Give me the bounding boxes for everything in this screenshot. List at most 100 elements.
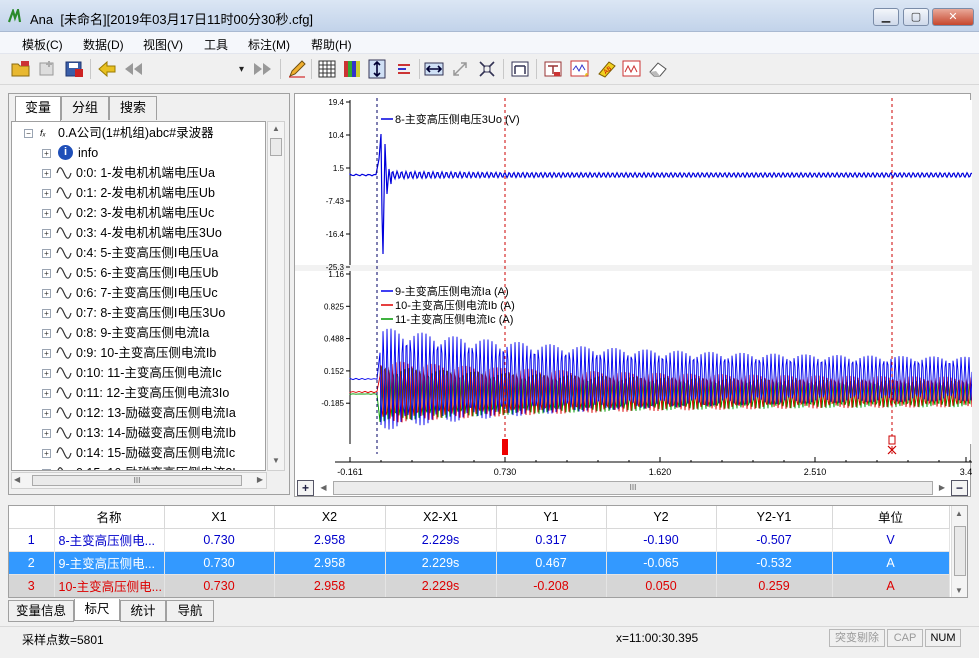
eraser-icon[interactable]: [647, 58, 669, 80]
scroll-thumb[interactable]: [954, 526, 966, 576]
menu-data[interactable]: 数据(D): [83, 36, 124, 53]
tab-navigation[interactable]: 导航: [166, 600, 214, 622]
expand-icon[interactable]: +: [42, 309, 51, 318]
tree-item-label: 0:9: 10-主变高压侧电流Ib: [76, 346, 217, 360]
tab-variable-info[interactable]: 变量信息: [8, 600, 74, 622]
edit-pen-icon[interactable]: [286, 58, 308, 80]
tab-groups[interactable]: 分组: [61, 96, 109, 120]
tab-statistics[interactable]: 统计: [120, 600, 166, 622]
zoom-out-icon[interactable]: [449, 58, 471, 80]
chart-icon[interactable]: [621, 58, 643, 80]
legend-label: 8-主变高压侧电压3Uo (V): [395, 112, 520, 126]
column-header[interactable]: Y1: [496, 506, 607, 529]
column-header[interactable]: 单位: [832, 506, 950, 529]
y-tick-label: 10.4: [328, 131, 344, 140]
menu-tools[interactable]: 工具: [204, 36, 228, 53]
cursor-x1-handle[interactable]: [502, 439, 508, 455]
expand-icon[interactable]: +: [42, 249, 51, 258]
cursor-x2-handle[interactable]: [888, 435, 896, 445]
save-icon[interactable]: [63, 58, 85, 80]
tab-ruler[interactable]: 标尺: [74, 599, 120, 621]
scroll-left-icon[interactable]: ◀: [14, 475, 20, 484]
column-header[interactable]: 名称: [54, 506, 165, 529]
column-header[interactable]: X2-X1: [385, 506, 497, 529]
waveform-chart[interactable]: 19.410.41.5-7.43-16.4-25.31.160.8250.488…: [295, 94, 972, 498]
value-cell: -0.532: [716, 551, 833, 575]
column-header[interactable]: Y2: [606, 506, 717, 529]
undo-icon[interactable]: [96, 58, 118, 80]
scroll-thumb[interactable]: [270, 138, 282, 156]
menu-template[interactable]: 模板(C): [22, 36, 63, 53]
fit-vertical-icon[interactable]: [366, 58, 388, 80]
fit-horizontal-icon[interactable]: [423, 58, 445, 80]
waveform-icon: [56, 387, 72, 399]
expand-icon[interactable]: +: [42, 269, 51, 278]
expand-icon[interactable]: +: [42, 389, 51, 398]
zoom-out-button[interactable]: −: [951, 480, 968, 496]
scroll-up-icon[interactable]: ▲: [955, 509, 963, 518]
column-header[interactable]: Y2-Y1: [716, 506, 833, 529]
column-header[interactable]: [9, 506, 55, 529]
expand-icon[interactable]: +: [42, 349, 51, 358]
expand-icon[interactable]: +: [42, 409, 51, 418]
scroll-left-icon[interactable]: ◀: [315, 480, 332, 496]
maximize-button[interactable]: ▢: [903, 8, 929, 26]
align-icon[interactable]: [393, 58, 415, 80]
waveform-icon: [56, 227, 72, 239]
chart-horizontal-scrollbar[interactable]: III: [333, 481, 933, 495]
table-row[interactable]: 2 9-主变高压侧电... 0.730 2.958 2.229s 0.467 -0.065-…: [9, 551, 950, 575]
scroll-thumb[interactable]: III: [32, 475, 242, 486]
expand-icon[interactable]: +: [42, 169, 51, 178]
zoom-fit-icon[interactable]: [476, 58, 498, 80]
value-cell: 0.730: [164, 528, 275, 552]
expand-icon[interactable]: +: [42, 449, 51, 458]
expand-icon[interactable]: +: [42, 469, 51, 470]
label-ab-icon[interactable]: AB: [596, 58, 618, 80]
color-icon[interactable]: [341, 58, 363, 80]
close-button[interactable]: ✕: [932, 8, 974, 26]
tab-variables[interactable]: 变量: [15, 96, 61, 121]
marker-icon[interactable]: [569, 58, 591, 80]
variable-tree[interactable]: − fₓ 0.A公司(1#机组)abc#录波器 + i info +0:0: 1…: [11, 121, 266, 471]
menu-help[interactable]: 帮助(H): [311, 36, 352, 53]
table-vertical-scrollbar[interactable]: ▲ ▼: [951, 506, 967, 597]
tree-horizontal-scrollbar[interactable]: ◀ III ▶: [11, 472, 267, 489]
tree-item-label: 0:13: 14-励磁变高压侧电流Ib: [76, 426, 236, 440]
scroll-right-icon[interactable]: ▶: [935, 480, 949, 496]
expand-icon[interactable]: +: [42, 429, 51, 438]
range-combo[interactable]: ▾: [150, 60, 248, 80]
collapse-icon[interactable]: −: [24, 129, 33, 138]
expand-icon[interactable]: +: [42, 209, 51, 218]
expand-icon[interactable]: +: [42, 329, 51, 338]
open-folder-icon[interactable]: [10, 58, 32, 80]
expand-icon[interactable]: +: [42, 229, 51, 238]
print-icon[interactable]: [509, 58, 531, 80]
expand-icon[interactable]: +: [42, 149, 51, 158]
scroll-up-icon[interactable]: ▲: [270, 124, 282, 136]
scroll-down-icon[interactable]: ▼: [955, 586, 963, 595]
new-icon[interactable]: [36, 58, 58, 80]
expand-icon[interactable]: +: [42, 289, 51, 298]
grid-icon[interactable]: [316, 58, 338, 80]
menu-annotate[interactable]: 标注(M): [248, 36, 290, 53]
tab-search[interactable]: 搜索: [109, 96, 157, 120]
waveform-chart-panel[interactable]: 19.4 10.4 1.5 -7.43 -16.4 -25.3 1.16 0.825 0.488…: [294, 93, 972, 498]
column-header[interactable]: X1: [164, 506, 275, 529]
window-icon[interactable]: [542, 58, 564, 80]
table-row[interactable]: 1 8-主变高压侧电... 0.730 2.958 2.229s 0.317 -0.190-…: [9, 528, 950, 552]
scroll-right-icon[interactable]: ▶: [257, 475, 263, 484]
tree-vertical-scrollbar[interactable]: ▲ ▼: [267, 121, 285, 471]
rewind-icon[interactable]: [122, 58, 144, 80]
fast-forward-icon[interactable]: [252, 58, 274, 80]
table-row[interactable]: 3 10-主变高压侧电... 0.730 2.958 2.229s -0.208 0.050…: [9, 574, 950, 597]
expand-icon[interactable]: +: [42, 189, 51, 198]
value-cell: -0.190: [606, 528, 717, 552]
zoom-in-button[interactable]: +: [297, 480, 314, 496]
scroll-down-icon[interactable]: ▼: [270, 456, 282, 468]
column-header[interactable]: X2: [274, 506, 386, 529]
expand-icon[interactable]: +: [42, 369, 51, 378]
value-cell: -0.507: [716, 528, 833, 552]
menu-view[interactable]: 视图(V): [143, 36, 183, 53]
waveform-icon: [56, 367, 72, 379]
minimize-button[interactable]: ▁: [873, 8, 899, 26]
